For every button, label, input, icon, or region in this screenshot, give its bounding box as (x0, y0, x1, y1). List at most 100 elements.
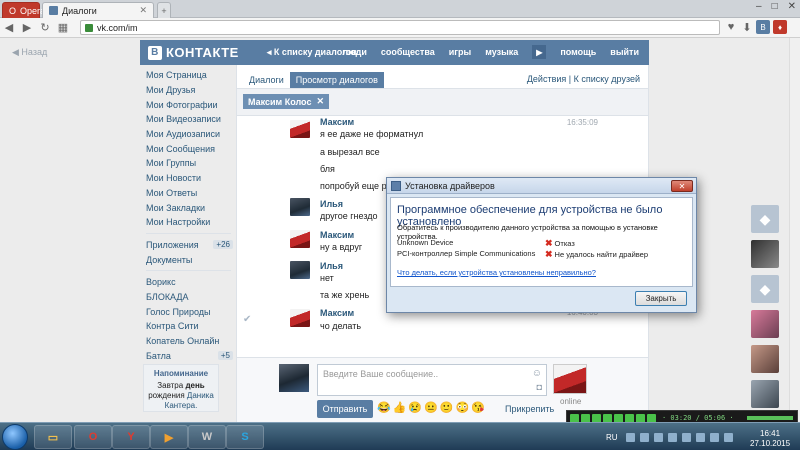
yandex-icon[interactable]: Y (112, 425, 150, 449)
friend-avatar[interactable] (751, 310, 779, 338)
emoji-thumbs-up-icon[interactable]: 👍 (393, 401, 407, 414)
left-menu-group[interactable]: БЛОКАДА (140, 290, 235, 305)
opera-taskbar-icon[interactable]: O (74, 425, 112, 449)
message-author[interactable]: Илья (320, 261, 343, 271)
play-icon[interactable]: ▶ (532, 45, 547, 59)
emoji-cry-icon[interactable]: 😢 (408, 401, 422, 414)
left-menu-item[interactable]: Мои Настройки (140, 215, 235, 230)
emoji-shock-icon[interactable]: 😳 (456, 401, 470, 414)
back-icon[interactable]: ◀ (0, 21, 18, 34)
extension-icon[interactable]: ♦ (773, 20, 787, 34)
left-menu-item-apps[interactable]: Приложения +26 (140, 238, 235, 253)
vk-dog-avatar-icon[interactable]: ◆ (751, 275, 779, 303)
emoji-smile-icon[interactable]: 🙂 (440, 401, 454, 414)
send-button[interactable]: Отправить (317, 400, 373, 418)
close-tab-icon[interactable]: ✕ (139, 5, 147, 16)
language-indicator[interactable]: RU (606, 433, 618, 442)
dialog-titlebar[interactable]: Установка драйверов (387, 178, 696, 194)
tray-app-icon[interactable] (682, 433, 691, 442)
smiley-icon[interactable]: ☺ (532, 368, 542, 379)
left-menu-item-docs[interactable]: Документы (140, 252, 235, 267)
remove-peer-icon[interactable]: ✕ (316, 96, 324, 107)
peer-chip[interactable]: Максим Колос ✕ (243, 94, 329, 109)
vk-extension-icon[interactable]: В (756, 20, 770, 34)
tray-app-icon[interactable] (724, 433, 733, 442)
tray-app-icon[interactable] (696, 433, 705, 442)
avatar[interactable] (290, 198, 310, 216)
dialog-close-icon[interactable]: ✕ (671, 180, 693, 192)
emoji-kiss-icon[interactable]: 😘 (471, 401, 485, 414)
attach-link[interactable]: Прикрепить (505, 404, 554, 414)
opera-menu-button[interactable]: O Opera (2, 2, 45, 18)
help-link[interactable]: Что делать, если устройства установлены … (397, 268, 596, 277)
menu-logout[interactable]: выйти (610, 47, 639, 59)
tray-network-icon[interactable] (640, 433, 649, 442)
left-menu-group[interactable]: Контра Сити (140, 319, 235, 334)
download-icon[interactable]: ⬇ (738, 21, 756, 34)
message-input[interactable]: Введите Ваше сообщение.. ☺ ◘ (317, 364, 547, 396)
left-menu-item[interactable]: Мои Новости (140, 171, 235, 186)
start-button[interactable] (2, 424, 28, 450)
volume-slider[interactable] (747, 416, 793, 420)
left-menu-item[interactable]: Мои Закладки (140, 200, 235, 215)
menu-music[interactable]: музыка (485, 47, 518, 59)
new-tab-button[interactable]: + (157, 2, 171, 18)
forward-icon[interactable]: ▶ (18, 21, 36, 34)
tray-arrow-icon[interactable] (626, 433, 635, 442)
left-menu-item[interactable]: Мои Фотографии (140, 97, 235, 112)
vk-dog-avatar-icon[interactable]: ◆ (751, 205, 779, 233)
actions-links[interactable]: Действия | К списку друзей (527, 74, 640, 84)
menu-people[interactable]: люди (342, 47, 367, 59)
taskbar-clock[interactable]: 16:41 27.10.2015 (750, 429, 790, 449)
left-menu-item[interactable]: Моя Страница (140, 68, 235, 83)
camera-icon[interactable]: ◘ (537, 382, 542, 392)
left-menu-group[interactable]: Копатель Онлайн (140, 334, 235, 349)
message-author[interactable]: Максим (320, 308, 354, 318)
tray-app-icon[interactable] (668, 433, 677, 442)
friend-avatar[interactable] (751, 345, 779, 373)
minimize-icon[interactable]: – (756, 1, 762, 12)
tab-dialogs[interactable]: Диалоги ✕ (42, 2, 154, 18)
close-window-icon[interactable]: ✕ (788, 1, 796, 12)
speed-dial-icon[interactable]: ▦ (54, 21, 72, 34)
tab-view-dialogs[interactable]: Просмотр диалогов (289, 72, 384, 88)
menu-games[interactable]: игры (449, 47, 471, 59)
left-menu-group[interactable]: Голос Природы (140, 304, 235, 319)
avatar[interactable] (290, 230, 310, 248)
left-menu-item[interactable]: Мои Сообщения (140, 141, 235, 156)
tray-app-icon[interactable] (710, 433, 719, 442)
reload-icon[interactable]: ↻ (36, 21, 54, 34)
message-author[interactable]: Максим (320, 117, 354, 127)
tray-volume-icon[interactable] (654, 433, 663, 442)
menu-help[interactable]: помощь (560, 47, 596, 59)
tanks-icon[interactable]: W (188, 425, 226, 449)
menu-communities[interactable]: сообщества (381, 47, 435, 59)
address-bar[interactable]: vk.com/im (80, 20, 720, 35)
friend-avatar[interactable] (751, 380, 779, 408)
back-link[interactable]: ◀ Назад (12, 47, 47, 58)
skype-icon[interactable]: S (226, 425, 264, 449)
friend-avatar[interactable] (751, 240, 779, 268)
maximize-icon[interactable]: □ (772, 1, 778, 12)
left-menu-item[interactable]: Мои Аудиозаписи (140, 127, 235, 142)
emoji-laugh-icon[interactable]: 😂 (377, 401, 391, 414)
message-author[interactable]: Илья (320, 199, 343, 209)
explorer-icon[interactable]: ▭ (34, 425, 72, 449)
tab-dialogs-list[interactable]: Диалоги (243, 72, 290, 88)
message-author[interactable]: Максим (320, 230, 354, 240)
left-menu-item[interactable]: Мои Друзья (140, 83, 235, 98)
emoji-neutral-icon[interactable]: 😐 (424, 401, 438, 414)
left-menu-item[interactable]: Мои Группы (140, 156, 235, 171)
avatar[interactable] (290, 309, 310, 327)
left-menu-item[interactable]: Мои Видеозаписи (140, 112, 235, 127)
page-scrollbar[interactable] (789, 38, 800, 422)
vk-logo[interactable]: В КОНТАКТЕ (148, 45, 239, 60)
avatar[interactable] (290, 120, 310, 138)
avatar[interactable] (290, 261, 310, 279)
close-button[interactable]: Закрыть (635, 291, 687, 306)
left-menu-item[interactable]: Мои Ответы (140, 186, 235, 201)
peer-avatar[interactable] (553, 364, 587, 394)
left-menu-group[interactable]: Батла +5 (140, 348, 235, 363)
left-menu-group[interactable]: Ворикс (140, 275, 235, 290)
media-icon[interactable]: ▶ (150, 425, 188, 449)
